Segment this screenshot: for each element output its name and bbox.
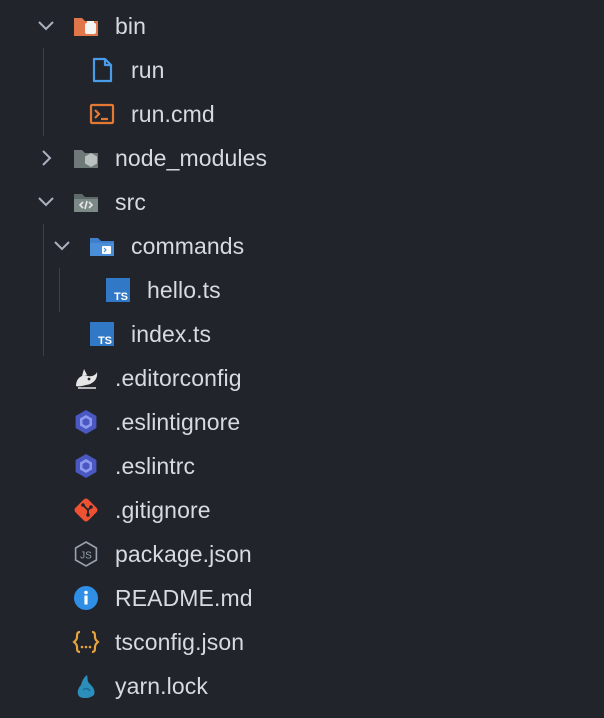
tree-file-yarn-lock[interactable]: yarn.lock [0, 664, 604, 708]
typescript-icon: TS [104, 276, 132, 304]
typescript-icon: TS [88, 320, 116, 348]
tree-item-label: run.cmd [131, 100, 215, 127]
chevron-down-icon[interactable] [36, 16, 56, 36]
info-icon [72, 584, 100, 612]
chevron-down-icon[interactable] [52, 236, 72, 256]
tree-file-run-cmd[interactable]: run.cmd [0, 92, 604, 136]
eslint-icon [72, 408, 100, 436]
tree-folder-commands[interactable]: commands [0, 224, 604, 268]
tree-item-label: tsconfig.json [115, 628, 245, 655]
tree-item-label: yarn.lock [115, 672, 208, 699]
folder-node-icon [72, 144, 100, 172]
file-explorer-tree: bin run run.cmd node_modules src command… [0, 0, 604, 718]
nodejs-icon: JS [72, 540, 100, 568]
tree-file-gitignore[interactable]: .gitignore [0, 488, 604, 532]
tree-item-label: .eslintrc [115, 452, 196, 479]
tree-item-label: run [131, 56, 165, 83]
svg-text:TS: TS [98, 335, 112, 347]
tree-file-readme[interactable]: README.md [0, 576, 604, 620]
tree-item-label: index.ts [131, 320, 212, 347]
tree-file-eslintignore[interactable]: .eslintignore [0, 400, 604, 444]
tree-item-label: bin [115, 12, 146, 39]
terminal-icon [88, 100, 116, 128]
folder-bin-icon [72, 12, 100, 40]
tree-item-label: .gitignore [115, 496, 211, 523]
tree-item-label: README.md [115, 584, 253, 611]
tree-item-label: src [115, 188, 146, 215]
tree-file-package-json[interactable]: JS package.json [0, 532, 604, 576]
tree-item-label: package.json [115, 540, 252, 567]
chevron-right-icon[interactable] [36, 148, 56, 168]
folder-src-icon [72, 188, 100, 216]
tree-item-label: .eslintignore [115, 408, 241, 435]
chevron-down-icon[interactable] [36, 192, 56, 212]
tree-item-label: commands [131, 232, 245, 259]
editorconfig-icon [72, 364, 100, 392]
tree-file-editorconfig[interactable]: .editorconfig [0, 356, 604, 400]
eslint-icon [72, 452, 100, 480]
folder-commands-icon [88, 232, 116, 260]
tree-item-label: hello.ts [147, 276, 221, 303]
tree-item-label: .editorconfig [115, 364, 242, 391]
yarn-icon [72, 672, 100, 700]
tree-item-label: node_modules [115, 144, 268, 171]
file-icon [88, 56, 116, 84]
tree-file-index-ts[interactable]: TS index.ts [0, 312, 604, 356]
svg-text:TS: TS [114, 291, 128, 303]
tree-file-run[interactable]: run [0, 48, 604, 92]
tree-file-hello-ts[interactable]: TS hello.ts [0, 268, 604, 312]
tree-folder-node-modules[interactable]: node_modules [0, 136, 604, 180]
tree-file-eslintrc[interactable]: .eslintrc [0, 444, 604, 488]
tree-folder-bin[interactable]: bin [0, 4, 604, 48]
git-icon [72, 496, 100, 524]
json-icon [72, 628, 100, 656]
tree-file-tsconfig[interactable]: tsconfig.json [0, 620, 604, 664]
svg-text:JS: JS [80, 551, 92, 562]
tree-folder-src[interactable]: src [0, 180, 604, 224]
